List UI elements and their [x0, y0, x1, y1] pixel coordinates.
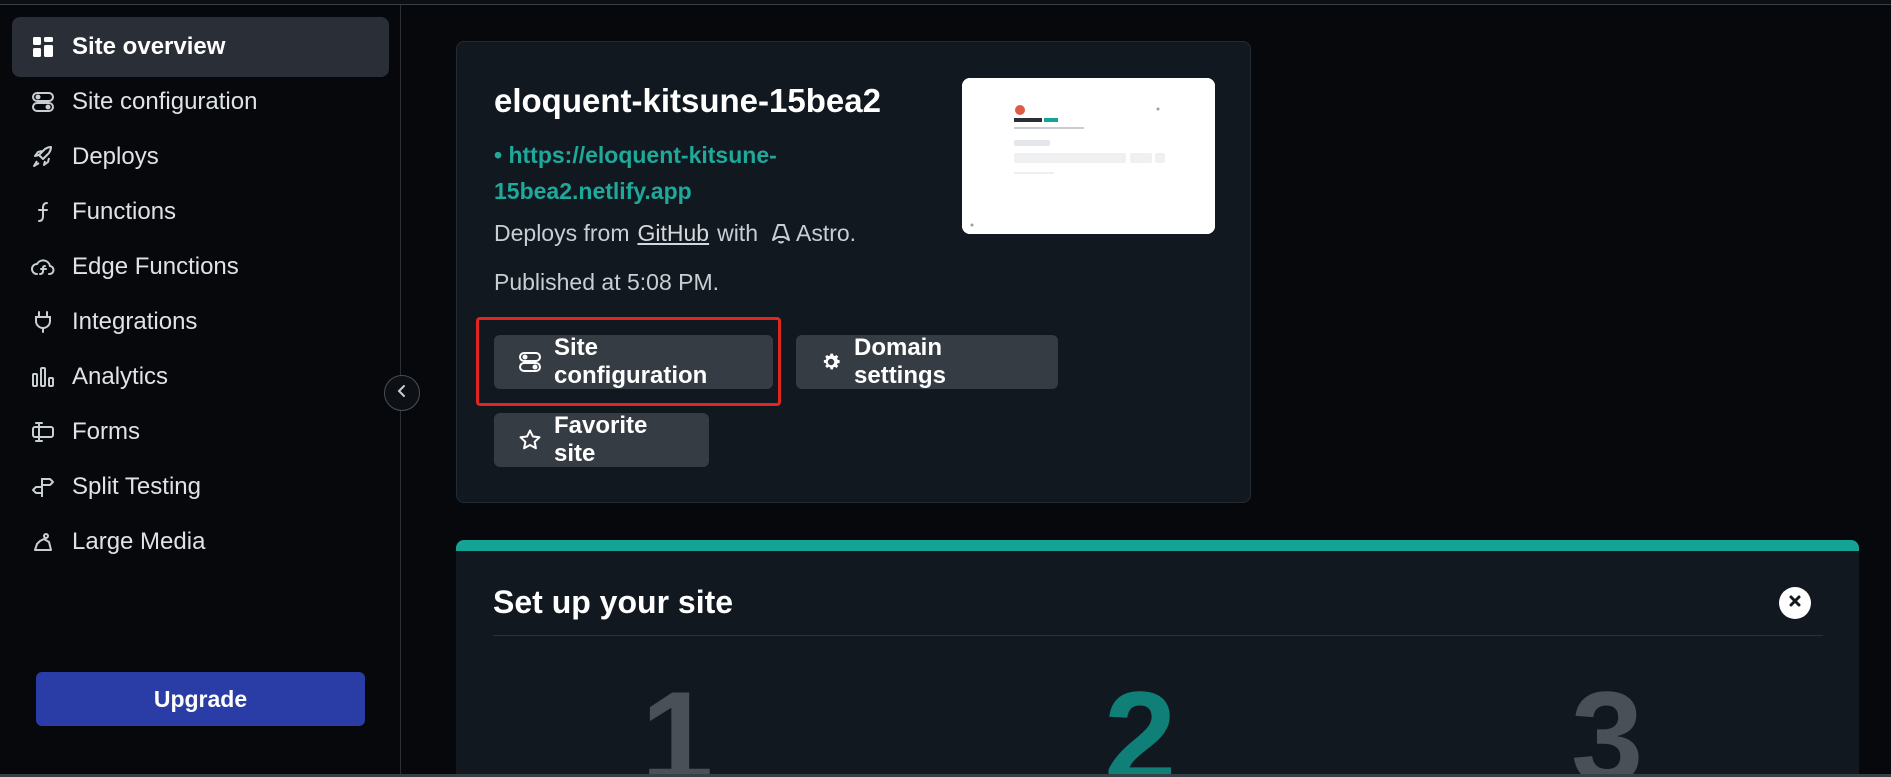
sidebar-item-functions[interactable]: Functions — [12, 182, 389, 242]
sidebar-item-label: Site overview — [72, 33, 226, 60]
published-time: Published at 5:08 PM. — [494, 269, 720, 295]
site-overview-card: eloquent-kitsune-15bea2 • https://eloque… — [456, 41, 1251, 503]
grid-icon — [30, 34, 56, 60]
form-icon — [30, 419, 56, 445]
setup-title: Set up your site — [493, 584, 734, 620]
sidebar-item-edge-functions[interactable]: Edge Functions — [12, 237, 389, 297]
media-icon — [30, 529, 56, 555]
plug-icon — [30, 309, 56, 335]
domain-settings-button[interactable]: Domain settings — [796, 334, 1058, 389]
sidebar-item-label: Edge Functions — [72, 253, 239, 280]
sidebar-item-label: Split Testing — [72, 473, 201, 500]
bar-chart-icon — [30, 364, 56, 390]
deploys-prefix: Deploys from — [494, 220, 630, 246]
button-label: Favorite site — [554, 412, 648, 467]
button-label: Site configuration — [554, 334, 708, 389]
deploy-source-line: Deploys from GitHub with Astro. — [494, 220, 856, 247]
sidebar-item-split-testing[interactable]: Split Testing — [12, 457, 389, 517]
function-icon — [30, 199, 56, 225]
sidebar-item-label: Forms — [72, 418, 140, 445]
site-name: eloquent-kitsune-15bea2 — [494, 82, 881, 119]
star-icon — [518, 428, 542, 452]
astro-icon — [771, 223, 790, 245]
step-number-3: 3 — [1571, 664, 1644, 777]
sidebar-item-deploys[interactable]: Deploys — [12, 127, 389, 187]
rocket-icon — [30, 144, 56, 170]
button-label: Domain settings — [854, 334, 947, 389]
sidebar-item-large-media[interactable]: Large Media — [12, 512, 389, 572]
sidebar-item-label: Analytics — [72, 363, 169, 390]
close-icon — [1788, 594, 1802, 613]
step-number-1: 1 — [641, 664, 714, 777]
setup-accent-bar — [456, 540, 1859, 551]
sidebar-item-analytics[interactable]: Analytics — [12, 347, 389, 407]
close-setup-button[interactable] — [1779, 587, 1811, 619]
deploys-with: with — [717, 220, 758, 246]
sidebar: Site overview Site configuration Deploys… — [0, 5, 401, 777]
sidebar-item-site-configuration[interactable]: Site configuration — [12, 72, 389, 132]
sidebar-item-label: Deploys — [72, 143, 159, 170]
step-number-2: 2 — [1104, 664, 1177, 777]
sidebar-item-site-overview[interactable]: Site overview — [12, 17, 389, 77]
github-link[interactable]: GitHub — [637, 220, 709, 247]
site-url-link[interactable]: • https://eloquent-kitsune-15bea2.netlif… — [494, 137, 824, 209]
upgrade-button[interactable]: Upgrade — [36, 672, 365, 726]
setup-divider — [493, 635, 1823, 636]
toggles-icon — [518, 350, 542, 374]
framework-name: Astro. — [795, 220, 857, 246]
favorite-site-button[interactable]: Favorite site — [494, 412, 709, 467]
toggles-icon — [30, 89, 56, 115]
setup-site-card: Set up your site 1 2 3 — [456, 540, 1859, 777]
signpost-icon — [30, 474, 56, 500]
sidebar-item-label: Integrations — [72, 308, 198, 335]
sidebar-item-forms[interactable]: Forms — [12, 402, 389, 462]
chevron-left-icon — [395, 384, 409, 403]
gear-icon — [820, 351, 842, 373]
cloud-function-icon — [30, 254, 56, 280]
site-url-text[interactable]: https://eloquent-kitsune-15bea2.netlify.… — [494, 142, 777, 204]
collapse-sidebar-button[interactable] — [384, 375, 420, 411]
sidebar-item-label: Site configuration — [72, 88, 258, 115]
site-configuration-button[interactable]: Site configuration — [494, 334, 773, 389]
sidebar-item-integrations[interactable]: Integrations — [12, 292, 389, 352]
sidebar-item-label: Large Media — [72, 528, 206, 555]
site-preview-thumbnail[interactable] — [962, 78, 1215, 234]
sidebar-item-label: Functions — [72, 198, 177, 225]
